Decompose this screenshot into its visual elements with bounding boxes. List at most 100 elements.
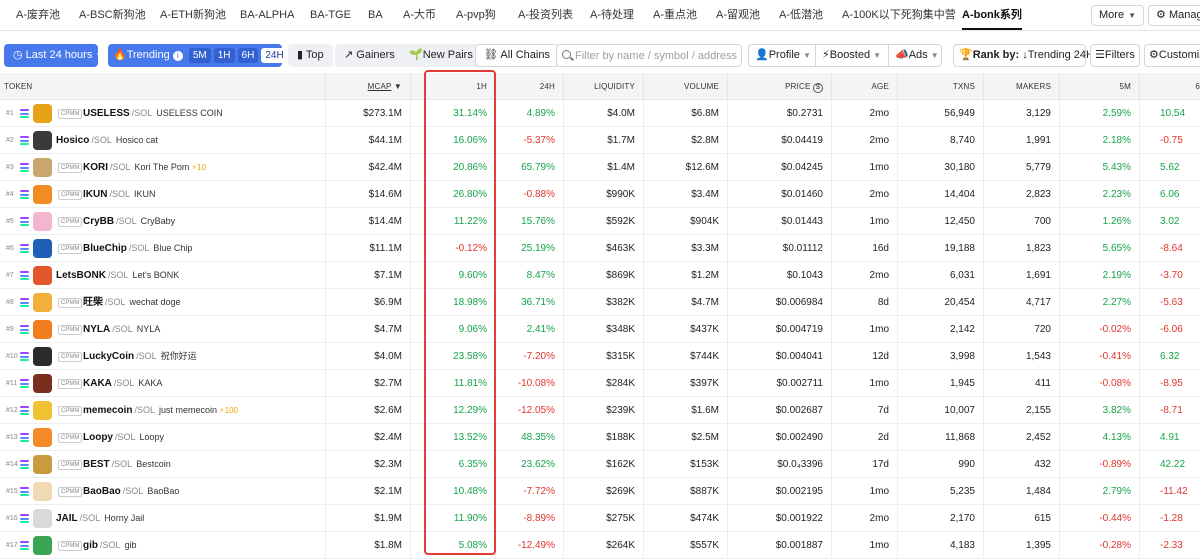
gainers-button[interactable]: ↗ Gainers bbox=[335, 44, 404, 67]
table-row[interactable]: #15 CPMM BaoBao/SOL BaoBao $2.1M 10.48% -7.72%… bbox=[0, 478, 1200, 505]
token-cell[interactable]: #1 CPMM USELESS/SOL USELESS COIN bbox=[0, 100, 326, 127]
tab-item[interactable]: A-大币 bbox=[403, 0, 436, 30]
timeframe-toggle[interactable]: 1H bbox=[213, 48, 235, 63]
price-cell: $0.004719 bbox=[728, 316, 832, 343]
token-cell[interactable]: #10 CPMM LuckyCoin/SOL 祝你好运 bbox=[0, 343, 326, 370]
tab-item[interactable]: A-ETH新狗池 bbox=[160, 0, 226, 30]
search-input[interactable] bbox=[575, 48, 739, 64]
col-mcap[interactable]: MCAP ▼ bbox=[326, 73, 411, 100]
all-chains-button[interactable]: ⛓ All Chains bbox=[475, 44, 559, 67]
table-row[interactable]: #7 LetsBONK/SOL Let's BONK $7.1M 9.60% 8.47% $… bbox=[0, 262, 1200, 289]
tab-item[interactable]: BA bbox=[368, 0, 383, 30]
table-row[interactable]: #2 Hosico/SOL Hosico cat $44.1M 16.06% -5.37%… bbox=[0, 127, 1200, 154]
token-cell[interactable]: #15 CPMM BaoBao/SOL BaoBao bbox=[0, 478, 326, 505]
token-cell[interactable]: #13 CPMM Loopy/SOL Loopy bbox=[0, 424, 326, 451]
tab-item[interactable]: A-bonk系列 bbox=[962, 0, 1022, 30]
trophy-icon: 🏆 bbox=[959, 49, 973, 61]
token-cell[interactable]: #5 CPMM CryBB/SOL CryBaby bbox=[0, 208, 326, 235]
top-button[interactable]: ▮ Top bbox=[288, 44, 333, 67]
table-row[interactable]: #10 CPMM LuckyCoin/SOL 祝你好运 $4.0M 23.58% -7.20… bbox=[0, 343, 1200, 370]
h24-cell: 8.47% bbox=[496, 262, 564, 289]
token-cell[interactable]: #7 LetsBONK/SOL Let's BONK bbox=[0, 262, 326, 289]
table-row[interactable]: #14 CPMM BEST/SOL Bestcoin $2.3M 6.35% 23.62% $… bbox=[0, 451, 1200, 478]
table-row[interactable]: #17 CPMM gib/SOL gib $1.8M 5.08% -12.49% $264K $… bbox=[0, 532, 1200, 559]
col-volume[interactable]: VOLUME bbox=[644, 73, 728, 100]
table-row[interactable]: #1 CPMM USELESS/SOL USELESS COIN $273.1M 31.1… bbox=[0, 100, 1200, 127]
table-row[interactable]: #11 CPMM KAKA/SOL KAKA $2.7M 11.81% -10.08% $28… bbox=[0, 370, 1200, 397]
token-cell[interactable]: #17 CPMM gib/SOL gib bbox=[0, 532, 326, 559]
boosted-filter[interactable]: ⚡Boosted ▼ bbox=[815, 44, 889, 67]
table-row[interactable]: #3 CPMM KORI/SOL Kori The Pom ⚡10 $42.4M 20.86… bbox=[0, 154, 1200, 181]
m5-cell: -0.08% bbox=[1060, 370, 1140, 397]
time-range-button[interactable]: ◷ Last 24 hours ▼ bbox=[4, 44, 103, 67]
more-button[interactable]: More ▼ bbox=[1091, 5, 1144, 26]
col-1h[interactable]: 1H bbox=[411, 73, 496, 100]
table-row[interactable]: #8 CPMM 旺柴/SOL wechat doge $6.9M 18.98% 36.71%… bbox=[0, 289, 1200, 316]
token-cell[interactable]: #8 CPMM 旺柴/SOL wechat doge bbox=[0, 289, 326, 316]
tab-item[interactable]: A-投资列表 bbox=[518, 0, 573, 30]
pool-type-badge: CPMM bbox=[58, 244, 83, 254]
token-cell[interactable]: #16 JAIL/SOL Horny Jail bbox=[0, 505, 326, 532]
rank-label: #9 bbox=[6, 326, 14, 333]
token-cell[interactable]: #2 Hosico/SOL Hosico cat bbox=[0, 127, 326, 154]
col-liquidity[interactable]: LIQUIDITY bbox=[564, 73, 644, 100]
table-row[interactable]: #13 CPMM Loopy/SOL Loopy $2.4M 13.52% 48.35% $1… bbox=[0, 424, 1200, 451]
h24-cell: 25.19% bbox=[496, 235, 564, 262]
table-row[interactable]: #5 CPMM CryBB/SOL CryBaby $14.4M 11.22% 15.76%… bbox=[0, 208, 1200, 235]
token-cell[interactable]: #14 CPMM BEST/SOL Bestcoin bbox=[0, 451, 326, 478]
tab-item[interactable]: A-100K以下死狗集中营 bbox=[842, 0, 956, 30]
col-token[interactable]: TOKEN bbox=[0, 73, 326, 100]
token-cell[interactable]: #12 CPMM memecoin/SOL just memecoin ⚡100 bbox=[0, 397, 326, 424]
token-cell[interactable]: #3 CPMM KORI/SOL Kori The Pom ⚡10 bbox=[0, 154, 326, 181]
tab-item[interactable]: A-废弃池 bbox=[16, 0, 60, 30]
token-label: IKUN/SOL IKUN bbox=[83, 181, 155, 208]
trending-button[interactable]: 🔥Trending i 5M 1H 6H 24H bbox=[108, 44, 288, 67]
mcap-cell: $2.4M bbox=[326, 424, 411, 451]
timeframe-toggle[interactable]: 24H bbox=[261, 48, 288, 63]
col-5m[interactable]: 5M bbox=[1060, 73, 1140, 100]
filters-button[interactable]: ☰Filters bbox=[1090, 44, 1140, 67]
table-row[interactable]: #6 CPMM BlueChip/SOL Blue Chip $11.1M -0.12% 2… bbox=[0, 235, 1200, 262]
solana-icon bbox=[20, 190, 29, 199]
sprout-icon: 🌱 bbox=[409, 49, 423, 61]
h24-cell: -10.08% bbox=[496, 370, 564, 397]
col-mcap-label: MCAP bbox=[367, 82, 392, 91]
col-6h[interactable]: 6 bbox=[1140, 73, 1200, 100]
table-row[interactable]: #16 JAIL/SOL Horny Jail $1.9M 11.90% -8.89% $2… bbox=[0, 505, 1200, 532]
timeframe-toggle[interactable]: 6H bbox=[237, 48, 259, 63]
tab-item[interactable]: A-重点池 bbox=[653, 0, 697, 30]
profile-filter[interactable]: 👤Profile ▼ bbox=[748, 44, 816, 67]
h1-cell: 20.86% bbox=[411, 154, 496, 181]
token-cell[interactable]: #11 CPMM KAKA/SOL KAKA bbox=[0, 370, 326, 397]
table-row[interactable]: #4 CPMM IKUN/SOL IKUN $14.6M 26.80% -0.88% $990… bbox=[0, 181, 1200, 208]
tab-item[interactable]: A-留观池 bbox=[716, 0, 760, 30]
col-age[interactable]: AGE bbox=[832, 73, 898, 100]
table-row[interactable]: #9 CPMM NYLA/SOL NYLA $4.7M 9.06% 2.41% $348K $4… bbox=[0, 316, 1200, 343]
pair-quote: /SOL bbox=[116, 216, 137, 226]
token-cell[interactable]: #6 CPMM BlueChip/SOL Blue Chip bbox=[0, 235, 326, 262]
token-label: Hosico/SOL Hosico cat bbox=[56, 127, 158, 154]
col-24h[interactable]: 24H bbox=[496, 73, 564, 100]
tab-item[interactable]: A-待处理 bbox=[590, 0, 634, 30]
pair-quote: /SOL bbox=[115, 432, 136, 442]
tab-item[interactable]: A-pvp狗 bbox=[456, 0, 496, 30]
new-pairs-button[interactable]: 🌱New Pairs bbox=[400, 44, 482, 67]
ads-filter[interactable]: 📣Ads ▼ bbox=[888, 44, 942, 67]
token-cell[interactable]: #9 CPMM NYLA/SOL NYLA bbox=[0, 316, 326, 343]
h1-cell: 5.08% bbox=[411, 532, 496, 559]
col-price[interactable]: PRICE $ bbox=[728, 73, 832, 100]
col-makers[interactable]: MAKERS bbox=[984, 73, 1060, 100]
timeframe-toggle[interactable]: 5M bbox=[188, 48, 211, 63]
user-icon: 👤 bbox=[755, 49, 769, 61]
rank-by-button[interactable]: 🏆Rank by: ↓Trending 24H bbox=[953, 44, 1094, 67]
manage-button[interactable]: ⚙ Manag bbox=[1148, 5, 1200, 26]
token-cell[interactable]: #4 CPMM IKUN/SOL IKUN bbox=[0, 181, 326, 208]
search-box[interactable] bbox=[556, 44, 742, 67]
customize-button[interactable]: ⚙Customiz bbox=[1144, 44, 1200, 67]
col-txns[interactable]: TXNS bbox=[898, 73, 984, 100]
tab-item[interactable]: A-BSC新狗池 bbox=[79, 0, 146, 30]
tab-item[interactable]: BA-TGE bbox=[310, 0, 351, 30]
tab-item[interactable]: A-低潜池 bbox=[779, 0, 823, 30]
tab-item[interactable]: BA-ALPHA bbox=[240, 0, 294, 30]
table-row[interactable]: #12 CPMM memecoin/SOL just memecoin ⚡100 $2.6… bbox=[0, 397, 1200, 424]
